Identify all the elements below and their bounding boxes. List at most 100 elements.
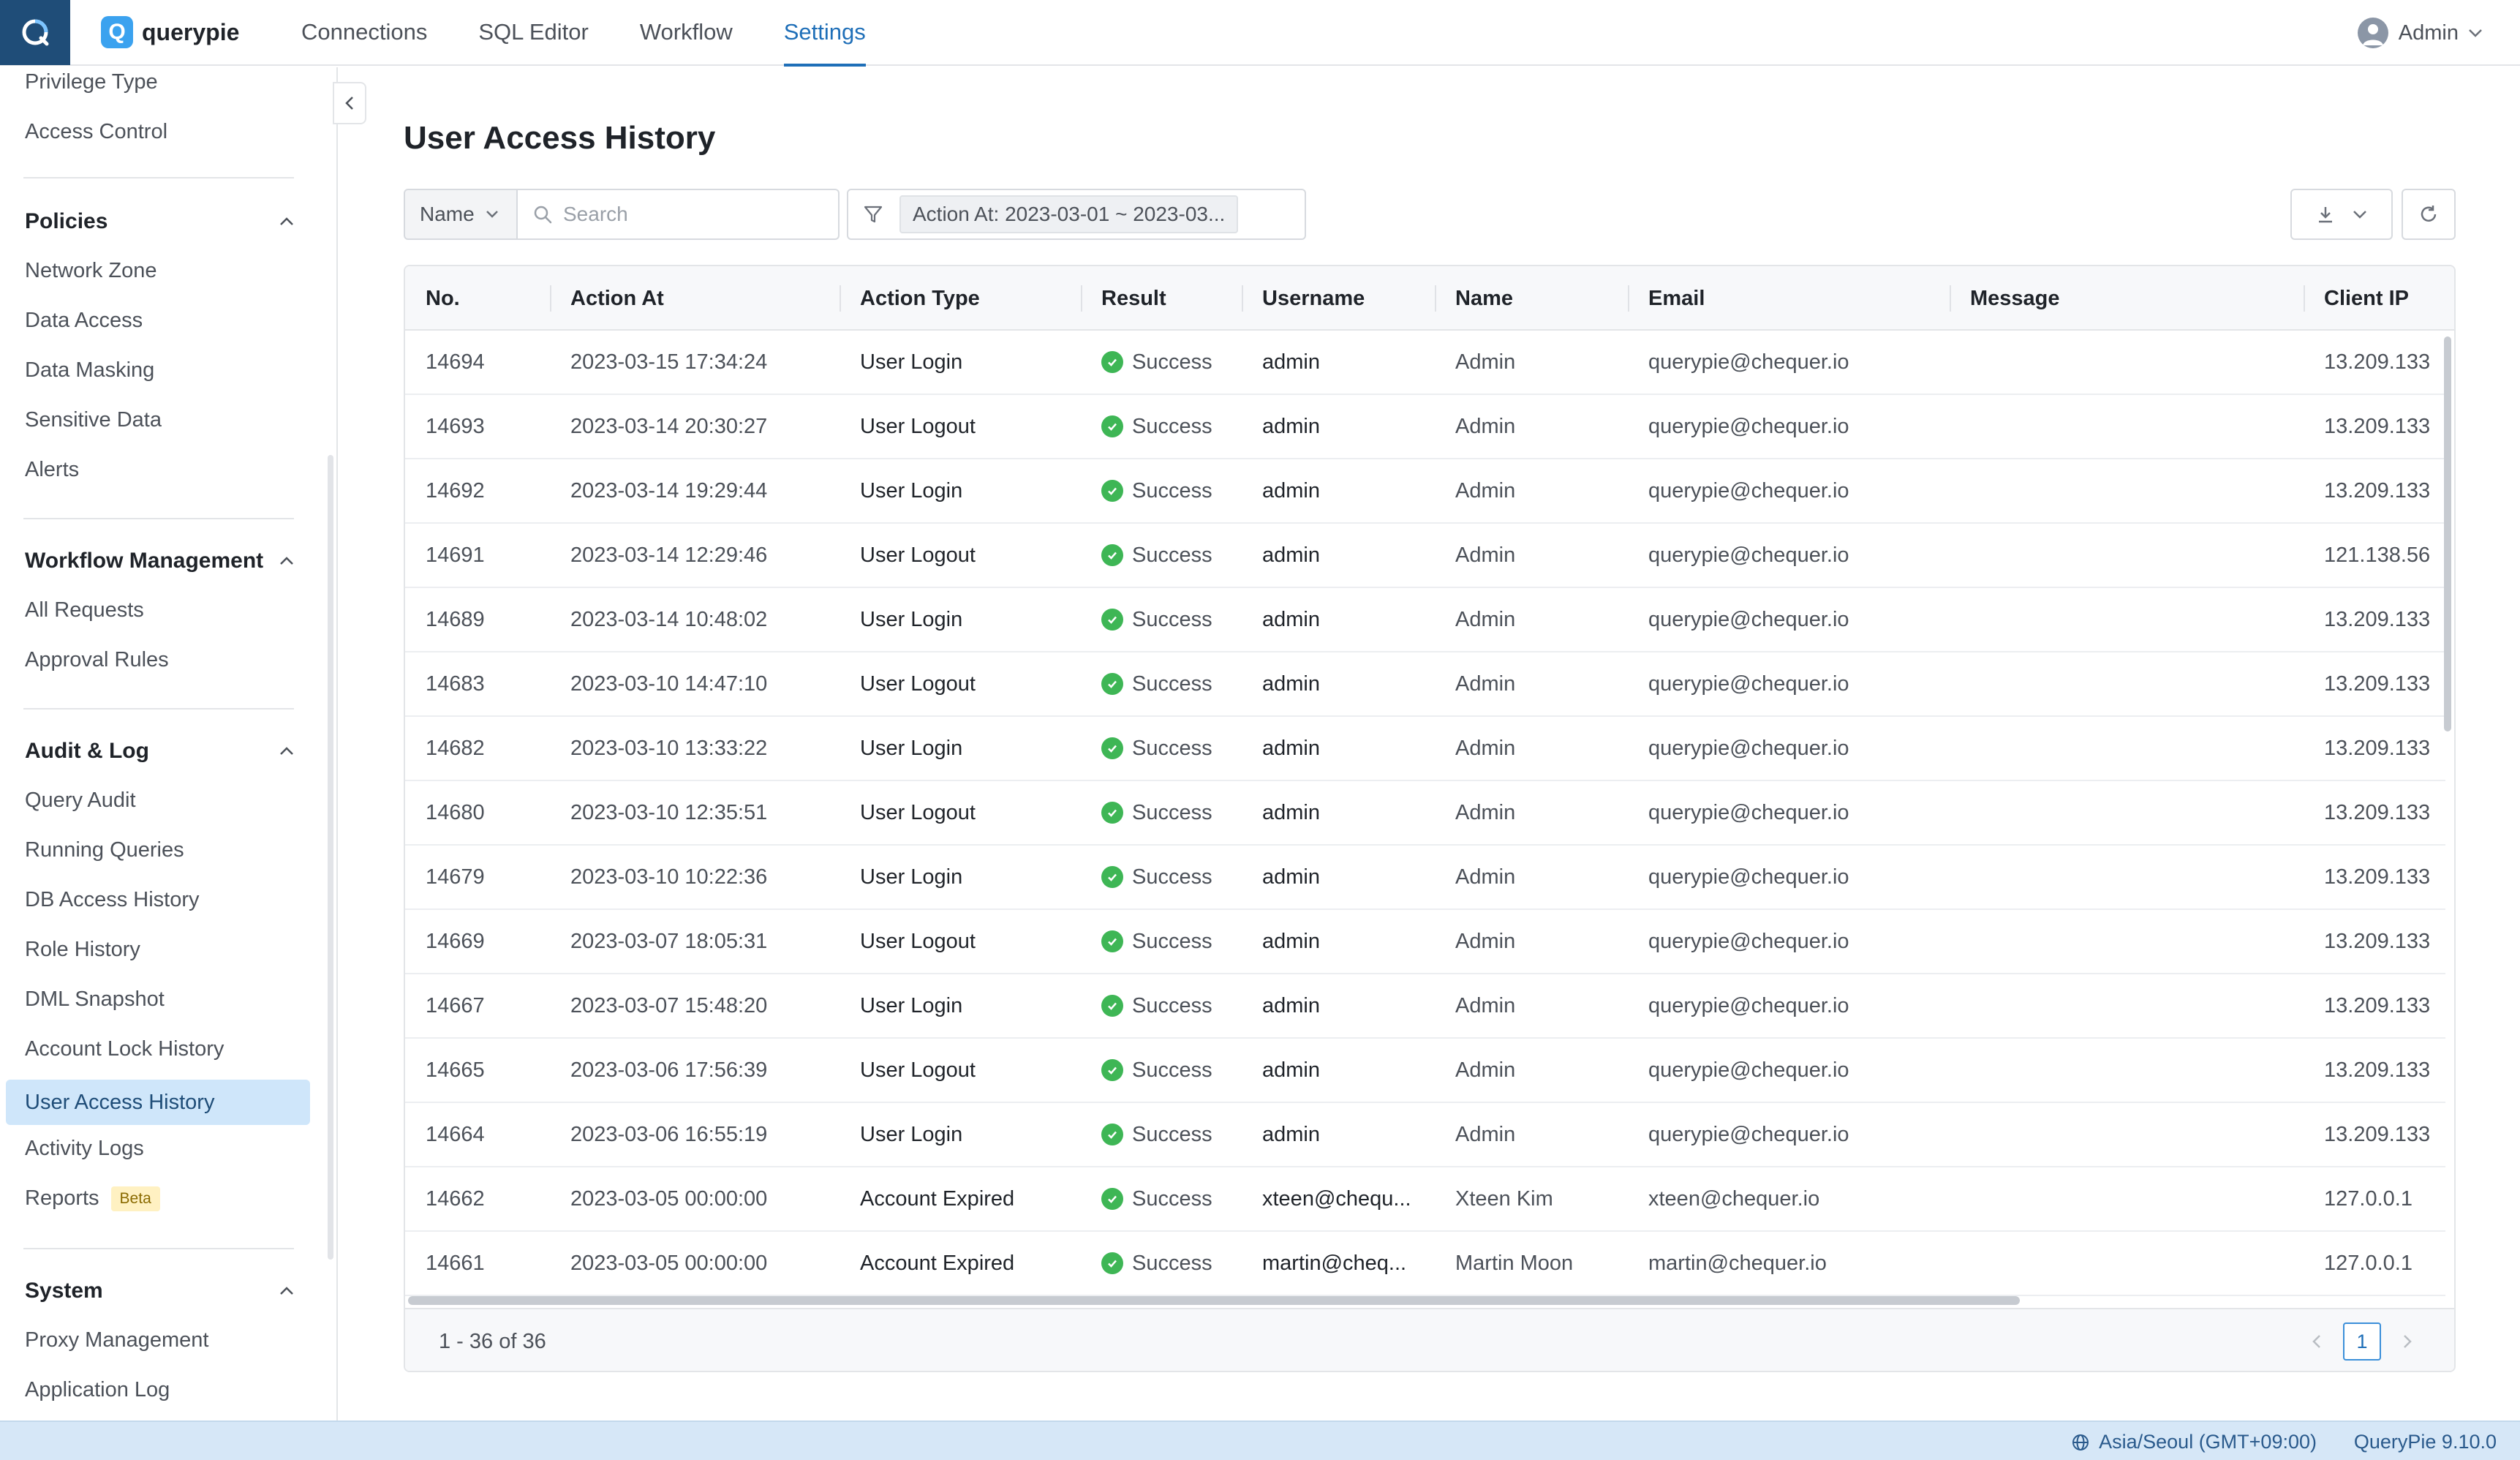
download-icon xyxy=(2319,207,2332,223)
cell-action-at: 2023-03-05 00:00:00 xyxy=(570,1251,768,1275)
sidebar-item-proxy-management[interactable]: Proxy Management xyxy=(25,1328,208,1352)
column-header-action-type[interactable]: Action Type xyxy=(860,266,980,331)
sidebar-item-privilege-type[interactable]: Privilege Type xyxy=(25,70,158,94)
sidebar-item-all-requests[interactable]: All Requests xyxy=(25,598,144,622)
sidebar-item-access-control[interactable]: Access Control xyxy=(25,120,167,144)
cell-client-ip: 13.209.133 xyxy=(2324,865,2431,889)
sidebar-item-running-queries[interactable]: Running Queries xyxy=(25,838,184,862)
column-header-action-at[interactable]: Action At xyxy=(570,266,664,331)
column-header-name[interactable]: Name xyxy=(1455,266,1513,331)
table-row[interactable]: 14683 2023-03-10 14:47:10 User Logout Succe… xyxy=(405,652,2445,717)
sidebar-item-role-history[interactable]: Role History xyxy=(25,938,140,962)
table-row[interactable]: 14693 2023-03-14 20:30:27 User Logout Succe… xyxy=(405,395,2445,459)
table-row[interactable]: 14665 2023-03-06 17:56:39 User Logout Succe… xyxy=(405,1039,2445,1103)
table-row[interactable]: 14689 2023-03-14 10:48:02 User Login Succes… xyxy=(405,588,2445,652)
cell-no: 14680 xyxy=(426,800,485,824)
success-check-icon xyxy=(1101,1188,1123,1210)
table-horizontal-scrollbar[interactable] xyxy=(408,1296,2020,1305)
table-row[interactable]: 14694 2023-03-15 17:34:24 User Login Succes… xyxy=(405,331,2445,395)
table-body: 14694 2023-03-15 17:34:24 User Login Succes… xyxy=(405,331,2445,1296)
sidebar-item-user-access-history[interactable]: User Access History xyxy=(6,1080,310,1125)
nav-settings[interactable]: Settings xyxy=(783,0,866,67)
chevron-down-icon xyxy=(2353,211,2366,219)
result-label: Success xyxy=(1132,993,1212,1017)
column-resizer[interactable] xyxy=(1435,285,1436,312)
pagination: 1 xyxy=(2311,1322,2413,1361)
cell-email: querypie@chequer.io xyxy=(1648,800,1849,824)
download-button[interactable] xyxy=(2290,189,2393,240)
success-check-icon xyxy=(1101,1124,1123,1145)
sidebar-item-approval-rules[interactable]: Approval Rules xyxy=(25,648,169,672)
page-number-button[interactable]: 1 xyxy=(2343,1322,2381,1361)
sidebar-item-account-lock-history[interactable]: Account Lock History xyxy=(25,1037,224,1061)
refresh-button[interactable] xyxy=(2402,189,2456,240)
cell-action-at: 2023-03-10 10:22:36 xyxy=(570,865,768,889)
result-count: 1 - 36 of 36 xyxy=(439,1330,546,1353)
column-header-no[interactable]: No. xyxy=(426,266,460,331)
table-row[interactable]: 14664 2023-03-06 16:55:19 User Login Succes… xyxy=(405,1103,2445,1167)
table-row[interactable]: 14679 2023-03-10 10:22:36 User Login Succes… xyxy=(405,846,2445,910)
table-row[interactable]: 14680 2023-03-10 12:35:51 User Logout Succe… xyxy=(405,781,2445,846)
prev-page-button[interactable] xyxy=(2311,1333,2323,1350)
cell-username: admin xyxy=(1262,865,1320,889)
app-switcher-button[interactable] xyxy=(0,0,70,65)
sidebar-item-activity-logs[interactable]: Activity Logs xyxy=(25,1137,144,1161)
column-header-client-ip[interactable]: Client IP xyxy=(2324,266,2409,331)
success-check-icon xyxy=(1101,480,1123,502)
brand[interactable]: Q querypie xyxy=(101,16,262,48)
sidebar-item-alerts[interactable]: Alerts xyxy=(25,458,79,482)
sidebar-item-data-masking[interactable]: Data Masking xyxy=(25,358,154,383)
sidebar-item-network-zone[interactable]: Network Zone xyxy=(25,259,157,283)
table-vertical-scrollbar[interactable] xyxy=(2444,336,2451,731)
column-resizer[interactable] xyxy=(1950,285,1951,312)
search-field-select[interactable]: Name xyxy=(404,189,518,240)
column-resizer[interactable] xyxy=(840,285,841,312)
sidebar-group-policies[interactable]: Policies xyxy=(25,209,295,234)
table-row[interactable]: 14692 2023-03-14 19:29:44 User Login Succes… xyxy=(405,459,2445,524)
table-header: No. Action At Action Type Result Usernam… xyxy=(405,266,2454,331)
globe-icon xyxy=(2072,1434,2089,1450)
cell-username: xteen@chequ... xyxy=(1262,1186,1411,1211)
column-resizer[interactable] xyxy=(1628,285,1629,312)
table-row[interactable]: 14669 2023-03-07 18:05:31 User Logout Succe… xyxy=(405,910,2445,974)
search-input[interactable] xyxy=(563,203,812,226)
next-page-button[interactable] xyxy=(2402,1333,2413,1350)
user-menu[interactable]: Admin xyxy=(2357,0,2483,66)
table-row[interactable]: 14661 2023-03-05 00:00:00 Account Expired S… xyxy=(405,1232,2445,1296)
table-row[interactable]: 14691 2023-03-14 12:29:46 User Logout Succe… xyxy=(405,524,2445,588)
sidebar-item-db-access-history[interactable]: DB Access History xyxy=(25,888,200,912)
sidebar-group-system[interactable]: System xyxy=(25,1279,295,1303)
timezone-indicator[interactable]: Asia/Seoul (GMT+09:00) xyxy=(2071,1431,2317,1453)
sidebar-group-label: Policies xyxy=(25,209,108,233)
cell-result: Success xyxy=(1101,331,1212,394)
nav-connections[interactable]: Connections xyxy=(301,0,427,65)
column-header-message[interactable]: Message xyxy=(1970,266,2060,331)
column-resizer[interactable] xyxy=(550,285,551,312)
nav-sql-editor[interactable]: SQL Editor xyxy=(478,0,588,65)
result-label: Success xyxy=(1132,800,1212,824)
cell-action-type: User Login xyxy=(860,607,963,631)
sidebar-collapse-button[interactable] xyxy=(333,82,366,124)
column-header-email[interactable]: Email xyxy=(1648,266,1705,331)
column-resizer[interactable] xyxy=(1081,285,1082,312)
table-row[interactable]: 14667 2023-03-07 15:48:20 User Login Succes… xyxy=(405,974,2445,1039)
sidebar-item-application-log[interactable]: Application Log xyxy=(25,1378,170,1402)
sidebar-item-query-audit[interactable]: Query Audit xyxy=(25,789,136,813)
column-resizer[interactable] xyxy=(2304,285,2305,312)
column-header-result[interactable]: Result xyxy=(1101,266,1166,331)
sidebar-item-data-access[interactable]: Data Access xyxy=(25,309,143,333)
sidebar-scrollbar[interactable] xyxy=(328,455,333,1260)
sidebar-group-workflow-management[interactable]: Workflow Management xyxy=(25,549,295,573)
filter-icon[interactable] xyxy=(863,204,883,225)
sidebar-item-reports[interactable]: Reports Beta xyxy=(25,1186,160,1212)
date-filter-chip[interactable]: Action At: 2023-03-01 ~ 2023-03... xyxy=(899,195,1239,233)
sidebar-group-audit-log[interactable]: Audit & Log xyxy=(25,739,295,764)
column-resizer[interactable] xyxy=(1242,285,1243,312)
cell-email: querypie@chequer.io xyxy=(1648,671,1849,696)
table-row[interactable]: 14662 2023-03-05 00:00:00 Account Expired S… xyxy=(405,1167,2445,1232)
sidebar-item-sensitive-data[interactable]: Sensitive Data xyxy=(25,408,162,432)
column-header-username[interactable]: Username xyxy=(1262,266,1365,331)
table-row[interactable]: 14682 2023-03-10 13:33:22 User Login Succes… xyxy=(405,717,2445,781)
sidebar-item-dml-snapshot[interactable]: DML Snapshot xyxy=(25,987,165,1012)
nav-workflow[interactable]: Workflow xyxy=(640,0,733,65)
